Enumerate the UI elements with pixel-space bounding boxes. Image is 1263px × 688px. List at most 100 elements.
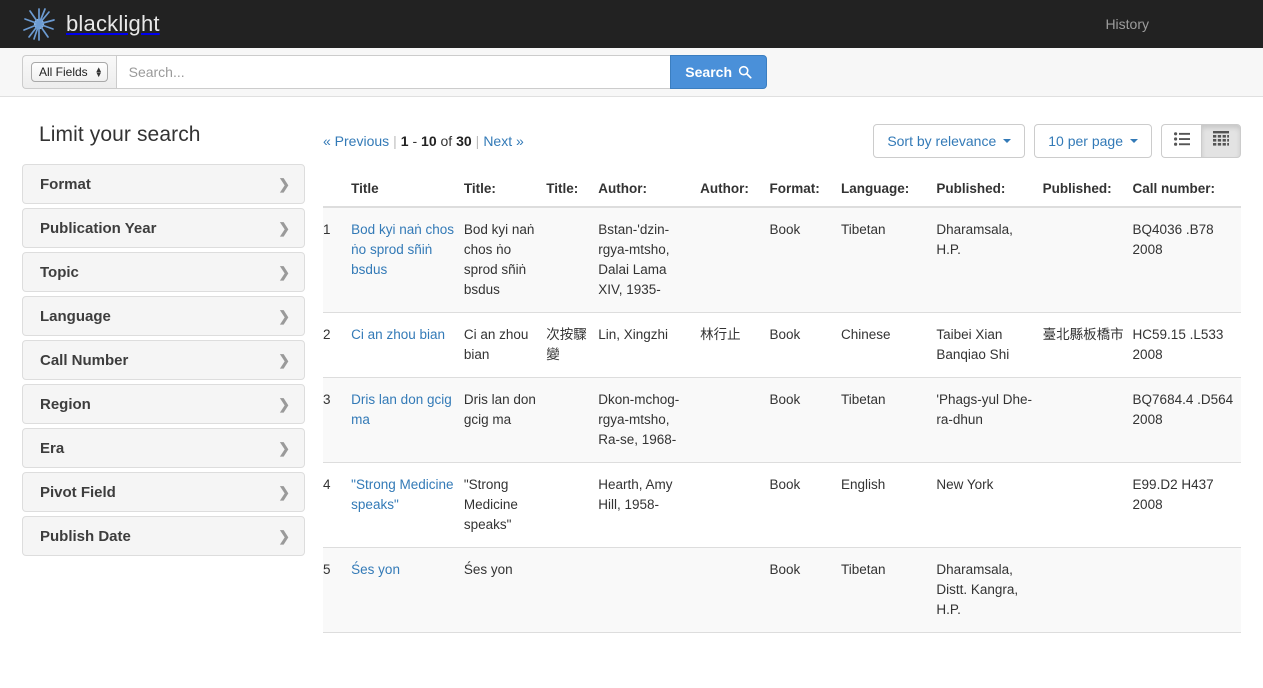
search-icon bbox=[738, 65, 752, 79]
row-number-cell: 3 bbox=[323, 377, 352, 463]
chevron-right-icon: ❯ bbox=[278, 175, 290, 192]
navbar-links: History bbox=[1093, 10, 1241, 38]
brand-home-link[interactable]: blacklight bbox=[22, 7, 160, 41]
facet-item-era[interactable]: Era ❯ bbox=[22, 428, 305, 468]
format-cell: Book bbox=[769, 312, 842, 378]
facet-item-pivot-field[interactable]: Pivot Field ❯ bbox=[22, 472, 305, 512]
title-alt-cell: Dris lan don gcig ma bbox=[463, 377, 547, 463]
format-cell: Book bbox=[769, 207, 842, 313]
author-vernacular-cell bbox=[700, 547, 770, 633]
per-page-dropdown[interactable]: 10 per page bbox=[1034, 124, 1152, 158]
title-link-cell[interactable]: "Strong Medicine speaks" bbox=[351, 462, 464, 548]
language-cell: Tibetan bbox=[841, 207, 937, 313]
table-view-button[interactable] bbox=[1201, 124, 1241, 158]
search-button-label: Search bbox=[685, 64, 732, 80]
title-vernacular-cell bbox=[546, 377, 599, 463]
published-vernacular-cell bbox=[1042, 207, 1133, 313]
author-cell: Dkon-mchog-rgya-mtsho, Ra-se, 1968- bbox=[598, 377, 701, 463]
title-link-cell[interactable]: Śes yon bbox=[351, 547, 464, 633]
row-number-cell: 4 bbox=[323, 462, 352, 548]
search-input[interactable] bbox=[115, 55, 671, 89]
chevron-down-icon bbox=[1003, 139, 1012, 143]
title-link-cell[interactable]: Bod kyi naṅ chos ṅo sprod sñiṅ bsdus bbox=[351, 207, 464, 313]
results-table: Title Title: Title: Author: Author: Format: La… bbox=[323, 175, 1241, 633]
title-alt-cell: Bod kyi naṅ chos ṅo sprod sñiṅ bsdus bbox=[463, 207, 547, 313]
search-button[interactable]: Search bbox=[670, 55, 767, 89]
per-page-dropdown-label: 10 per page bbox=[1048, 133, 1123, 149]
toolbar-controls: Sort by relevance 10 per page bbox=[873, 124, 1241, 158]
previous-page-link[interactable]: « Previous bbox=[323, 133, 389, 149]
title-vernacular-cell bbox=[546, 207, 599, 313]
title-alt-cell: Śes yon bbox=[463, 547, 547, 633]
facet-item-call-number[interactable]: Call Number ❯ bbox=[22, 340, 305, 380]
result-title-link[interactable]: Bod kyi naṅ chos ṅo sprod sñiṅ bsdus bbox=[351, 222, 454, 277]
author-vernacular-cell bbox=[700, 377, 770, 463]
column-header-1: Title bbox=[351, 175, 464, 208]
title-vernacular-cell bbox=[546, 547, 599, 633]
top-navbar: blacklight History bbox=[0, 0, 1263, 48]
chevron-right-icon: ❯ bbox=[278, 219, 290, 236]
brand-title: blacklight bbox=[66, 11, 160, 36]
facet-item-label: Language bbox=[40, 307, 111, 325]
title-vernacular-cell: 次按驟變 bbox=[546, 312, 599, 378]
result-title-link[interactable]: Śes yon bbox=[351, 562, 400, 577]
author-cell: Bstan-'dzin-rgya-mtsho, Dalai Lama XIV, … bbox=[598, 207, 701, 313]
facet-item-region[interactable]: Region ❯ bbox=[22, 384, 305, 424]
chevron-down-icon bbox=[1130, 139, 1138, 143]
row-number-cell: 1 bbox=[323, 207, 352, 313]
format-cell: Book bbox=[769, 377, 842, 463]
author-vernacular-cell: 林行止 bbox=[700, 312, 770, 378]
next-page-link[interactable]: Next » bbox=[483, 133, 523, 149]
sort-dropdown[interactable]: Sort by relevance bbox=[873, 124, 1026, 158]
result-title-link[interactable]: Ci an zhou bian bbox=[351, 327, 445, 342]
language-cell: Chinese bbox=[841, 312, 937, 378]
result-title-link[interactable]: "Strong Medicine speaks" bbox=[351, 477, 453, 512]
sidebar-heading: Limit your search bbox=[39, 123, 201, 146]
table-view-icon bbox=[1213, 131, 1229, 151]
published-cell: New York bbox=[936, 462, 1043, 548]
column-header-9: Published: bbox=[1042, 175, 1133, 208]
nav-link-history[interactable]: History bbox=[1093, 10, 1161, 38]
facet-item-label: Format bbox=[40, 175, 91, 193]
published-vernacular-cell bbox=[1042, 377, 1133, 463]
title-link-cell[interactable]: Dris lan don gcig ma bbox=[351, 377, 464, 463]
facet-item-publish-date[interactable]: Publish Date ❯ bbox=[22, 516, 305, 556]
of-label: of bbox=[440, 133, 453, 149]
call-number-cell bbox=[1132, 547, 1241, 633]
facet-item-topic[interactable]: Topic ❯ bbox=[22, 252, 305, 292]
search-field-select[interactable]: All Fields ▲ ▼ bbox=[31, 62, 108, 82]
sort-dropdown-label: Sort by relevance bbox=[887, 133, 997, 149]
facet-item-label: Region bbox=[40, 395, 91, 413]
facet-item-publication-year[interactable]: Publication Year ❯ bbox=[22, 208, 305, 248]
page-body: Limit your search Format ❯ Publication Yea… bbox=[0, 97, 1263, 633]
facet-item-format[interactable]: Format ❯ bbox=[22, 164, 305, 204]
chevron-right-icon: ❯ bbox=[278, 395, 290, 412]
chevron-right-icon: ❯ bbox=[278, 307, 290, 324]
column-header-3: Title: bbox=[546, 175, 599, 208]
published-cell: Taibei Xian Banqiao Shi bbox=[936, 312, 1043, 378]
title-link-cell[interactable]: Ci an zhou bian bbox=[351, 312, 464, 378]
column-header-0 bbox=[323, 175, 352, 208]
row-number-cell: 2 bbox=[323, 312, 352, 378]
result-title-link[interactable]: Dris lan don gcig ma bbox=[351, 392, 452, 427]
author-vernacular-cell bbox=[700, 462, 770, 548]
results-table-body: 1 Bod kyi naṅ chos ṅo sprod sñiṅ bsdus Bod… bbox=[323, 207, 1241, 633]
select-spinner-icon: ▲ ▼ bbox=[94, 65, 103, 79]
table-row: 4 "Strong Medicine speaks" "Strong Medicin… bbox=[323, 462, 1241, 548]
list-view-button[interactable] bbox=[1161, 124, 1201, 158]
facet-item-language[interactable]: Language ❯ bbox=[22, 296, 305, 336]
table-row: 3 Dris lan don gcig ma Dris lan don gcig m… bbox=[323, 377, 1241, 463]
published-cell: 'Phags-yul Dhe-ra-dhun bbox=[936, 377, 1043, 463]
pagination-summary: « Previous | 1 - 10 of 30 | Next » bbox=[323, 133, 524, 149]
published-vernacular-cell bbox=[1042, 547, 1133, 633]
results-toolbar: « Previous | 1 - 10 of 30 | Next » Sort by r… bbox=[323, 121, 1241, 161]
search-form: All Fields ▲ ▼ Search bbox=[22, 55, 767, 89]
chevron-right-icon: ❯ bbox=[278, 483, 290, 500]
chevron-right-icon: ❯ bbox=[278, 439, 290, 456]
view-toggle-group bbox=[1161, 124, 1241, 158]
results-main: « Previous | 1 - 10 of 30 | Next » Sort by r… bbox=[305, 97, 1241, 633]
range-end: 10 bbox=[421, 133, 437, 149]
call-number-cell: E99.D2 H437 2008 bbox=[1132, 462, 1241, 548]
language-cell: English bbox=[841, 462, 937, 548]
range-start: 1 bbox=[400, 133, 409, 149]
